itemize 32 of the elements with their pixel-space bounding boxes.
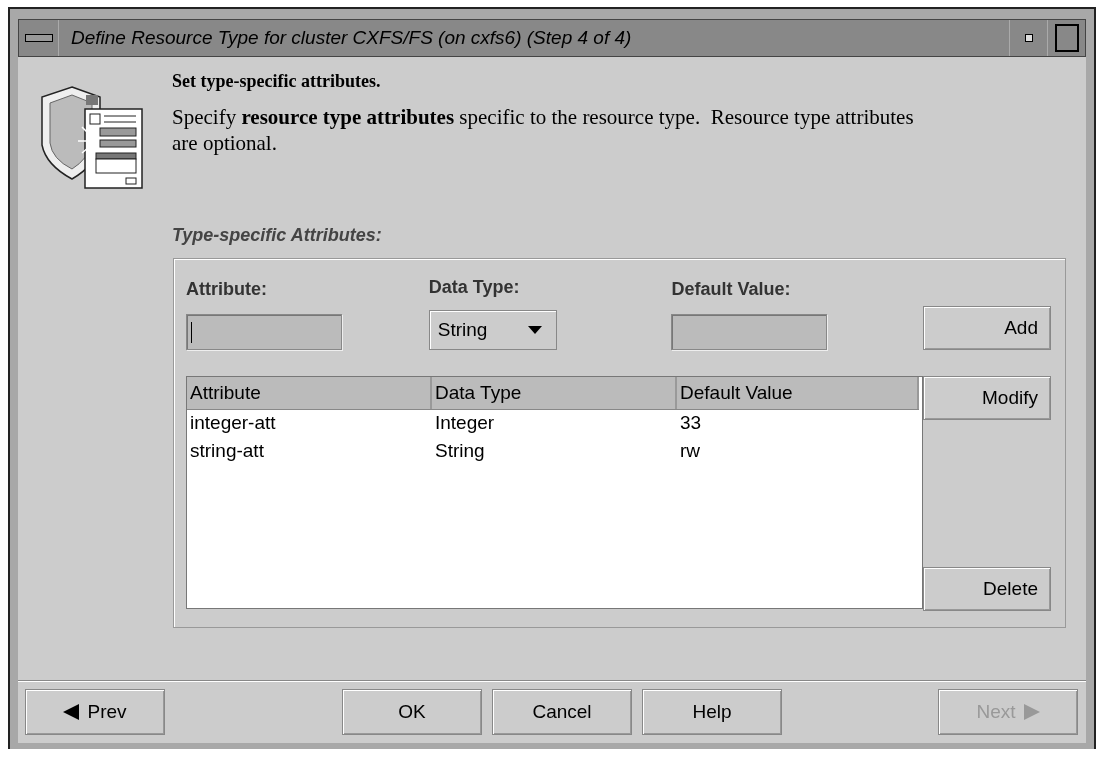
table-row[interactable]: integer-att Integer 33 <box>187 410 922 438</box>
modify-button[interactable]: Modify <box>923 376 1051 420</box>
table-cell-text: Integer <box>434 411 496 435</box>
delete-button[interactable]: Delete <box>923 567 1051 611</box>
column-header[interactable]: Default Value <box>677 377 919 409</box>
table-cell-text: 33 <box>679 411 703 435</box>
field-label: Default Value: <box>671 279 792 300</box>
left-arrow-icon <box>63 704 80 720</box>
attribute-field[interactable] <box>186 314 342 350</box>
table-cell-text: rw <box>679 439 702 463</box>
default-value-field[interactable] <box>671 314 828 350</box>
window-title: Define Resource Type for cluster CXFS/FS (on cxfs6) (Step 4 of 4) <box>70 26 633 50</box>
field-label: Attribute: <box>186 279 268 300</box>
add-button[interactable]: Add <box>923 306 1051 350</box>
step-heading: Set type-specific attributes. <box>172 71 382 92</box>
table-row[interactable]: string-att String rw <box>187 438 922 466</box>
table-cell-text: String <box>434 439 486 463</box>
dialog-button[interactable]: Help <box>642 689 782 735</box>
prev-button[interactable]: Prev <box>25 689 165 735</box>
column-header[interactable]: Data Type <box>432 377 677 409</box>
data-type-dropdown[interactable]: String <box>428 310 557 350</box>
table-cell-text: string-att <box>189 439 265 463</box>
dialog-button[interactable]: OK <box>342 689 482 735</box>
dialog-button[interactable]: Cancel <box>492 689 632 735</box>
step-description: Specify resource type attributes specific to the resource type. Resource type attributes are optional. <box>172 104 915 156</box>
caret-down-icon <box>527 326 542 334</box>
right-arrow-icon <box>1023 704 1040 720</box>
column-header[interactable]: Attribute <box>187 377 432 409</box>
shield-document-icon <box>38 85 144 189</box>
table-cell-text: integer-att <box>189 411 277 435</box>
section-title: Type-specific Attributes: <box>172 225 383 246</box>
field-label: Data Type: <box>428 277 521 298</box>
